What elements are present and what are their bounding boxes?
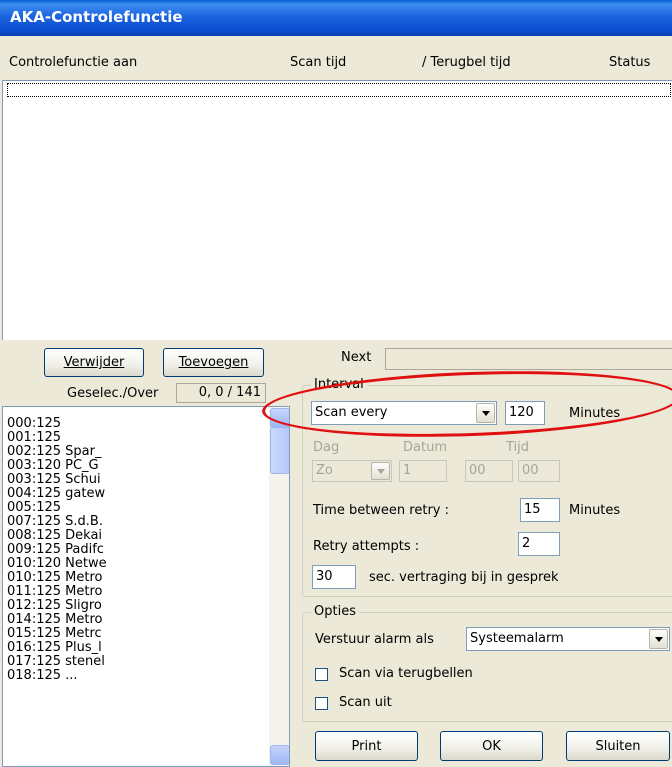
verwijder-label: Verwijder [63, 355, 125, 370]
list-item[interactable]: 004:125 gatew [3, 487, 269, 501]
dag-value: Zo [316, 463, 333, 478]
opties-legend: Opties [311, 604, 359, 619]
station-list[interactable]: 000:125 001:125 002:125 Spar_ 003:120 PC_G 0… [2, 406, 290, 767]
alarm-type-value: Systeemalarm [470, 631, 564, 646]
datum-label: Datum [403, 440, 447, 455]
column-header-scan-tijd[interactable]: Scan tijd [290, 55, 346, 76]
list-item[interactable]: 017:125 stenel [3, 655, 269, 669]
selection-label: Geselec./Over [67, 386, 159, 401]
retry-attempts-input[interactable]: 2 [518, 532, 560, 556]
retry-time-label: Time between retry : [313, 503, 449, 518]
list-item[interactable]: 003:125 Schui [3, 473, 269, 487]
print-button[interactable]: Print [315, 731, 418, 761]
station-list-scrollbar[interactable] [269, 407, 289, 766]
datum-input[interactable]: 1 [399, 460, 447, 482]
scan-uit-label: Scan uit [339, 695, 392, 710]
list-item[interactable]: 000:125 [3, 417, 269, 431]
next-field [385, 348, 672, 370]
scan-via-terugbellen-label: Scan via terugbellen [339, 666, 473, 681]
scan-via-terugbellen-checkbox[interactable] [315, 668, 328, 681]
column-header-status[interactable]: Status [609, 55, 650, 76]
scroll-down-button[interactable] [270, 745, 289, 765]
list-item[interactable]: 008:125 Dekai [3, 529, 269, 543]
scan-uit-checkbox[interactable] [315, 697, 328, 710]
next-label: Next [341, 350, 372, 365]
alarm-type-select[interactable]: Systeemalarm [466, 627, 670, 651]
scroll-thumb[interactable] [270, 427, 289, 474]
list-item[interactable]: 016:125 Plus_l [3, 641, 269, 655]
tijd-label: Tijd [506, 440, 530, 455]
dag-label: Dag [313, 440, 340, 455]
list-item[interactable]: 015:125 Metrc [3, 627, 269, 641]
verwijder-button[interactable]: Verwijder [44, 348, 144, 377]
focus-row[interactable] [7, 83, 671, 97]
list-item[interactable]: 002:125 Spar_ [3, 445, 269, 459]
control-function-list[interactable] [2, 80, 672, 340]
sluiten-button[interactable]: Sluiten [566, 731, 670, 761]
ok-button[interactable]: OK [440, 731, 543, 761]
delay-label: sec. vertraging bij in gesprek [369, 570, 559, 585]
list-item[interactable]: 014:125 Metro [3, 613, 269, 627]
tijd-minutes-input[interactable]: 00 [518, 460, 560, 482]
retry-unit-label: Minutes [569, 503, 621, 518]
window-title: AKA-Controlefunctie [10, 8, 183, 26]
chevron-down-icon[interactable] [649, 629, 668, 649]
delay-input[interactable]: 30 [312, 565, 356, 589]
chevron-down-icon[interactable] [371, 462, 390, 480]
retry-time-input[interactable]: 15 [520, 498, 560, 522]
list-item[interactable]: 005:125 [3, 501, 269, 515]
list-item[interactable]: 007:125 S.d.B. [3, 515, 269, 529]
sluiten-label: Sluiten [595, 738, 641, 754]
list-item[interactable]: 003:120 PC_G [3, 459, 269, 473]
list-item[interactable]: 012:125 Sligro [3, 599, 269, 613]
list-item[interactable]: 010:125 Metro [3, 571, 269, 585]
retry-attempts-label: Retry attempts : [313, 539, 420, 554]
tijd-hours-input[interactable]: 00 [465, 460, 513, 482]
toevoegen-label: Toevoegen [178, 355, 249, 370]
list-item[interactable]: 001:125 [3, 431, 269, 445]
list-item[interactable]: 010:120 Netwe [3, 557, 269, 571]
list-item[interactable]: 009:125 Padifc [3, 543, 269, 557]
dag-select[interactable]: Zo [312, 460, 392, 482]
list-item[interactable]: 011:125 Metro [3, 585, 269, 599]
alarm-label: Verstuur alarm als [315, 632, 434, 647]
list-item[interactable]: 018:125 ... [3, 669, 269, 683]
print-label: Print [351, 738, 382, 754]
column-header-controlefunctie[interactable]: Controlefunctie aan [9, 55, 137, 76]
title-bar[interactable]: AKA-Controlefunctie [0, 0, 672, 36]
selection-count: 0, 0 / 141 [176, 383, 266, 403]
column-header-terugbel-tijd[interactable]: / Terugbel tijd [422, 55, 511, 76]
ok-label: OK [482, 738, 501, 754]
toevoegen-button[interactable]: Toevoegen [163, 348, 264, 377]
